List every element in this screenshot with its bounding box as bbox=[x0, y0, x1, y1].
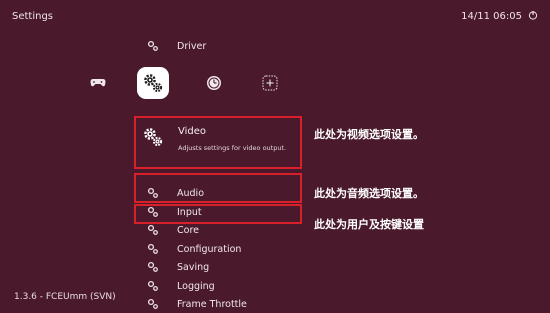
gear-icon bbox=[146, 260, 160, 274]
annotation-audio: 此处为音频选项设置。 bbox=[314, 187, 424, 200]
menu-item-label: Frame Throttle bbox=[177, 298, 247, 310]
gamepad-icon bbox=[90, 79, 106, 87]
menu-item-label: Configuration bbox=[177, 243, 242, 255]
menu-item-driver[interactable]: Driver bbox=[146, 38, 206, 54]
menu-item-configuration[interactable]: Configuration bbox=[146, 241, 241, 257]
core-version: 1.3.6 - FCEUmm (SVN) bbox=[14, 292, 116, 302]
menu-item-logging[interactable]: Logging bbox=[146, 278, 215, 294]
highlight-box-input bbox=[134, 204, 302, 224]
page-title: Settings bbox=[12, 11, 54, 22]
gear-icon bbox=[146, 223, 160, 237]
menu-item-saving[interactable]: Saving bbox=[146, 259, 209, 275]
annotation-video: 此处为视频选项设置。 bbox=[314, 128, 424, 141]
menu-item-label: Saving bbox=[177, 261, 210, 273]
power-icon[interactable] bbox=[528, 10, 538, 20]
menu-item-core[interactable]: Core bbox=[146, 222, 199, 238]
menu-item-label: Logging bbox=[177, 280, 215, 292]
highlight-box-audio bbox=[134, 173, 302, 203]
menu-item-label: Core bbox=[177, 224, 199, 236]
plus-icon bbox=[262, 75, 278, 91]
gear-icon bbox=[146, 297, 160, 311]
clock: 14/11 06:05 bbox=[461, 11, 522, 22]
tab-gamepad[interactable] bbox=[84, 69, 112, 97]
annotation-input: 此处为用户及按键设置 bbox=[314, 218, 424, 231]
history-icon bbox=[207, 76, 221, 90]
menu-item-label: Driver bbox=[177, 40, 207, 52]
tab-history[interactable] bbox=[200, 69, 228, 97]
highlight-box-video bbox=[134, 116, 302, 169]
gear-icon bbox=[144, 74, 163, 93]
gear-icon bbox=[146, 279, 160, 293]
gear-icon bbox=[146, 242, 160, 256]
tab-add[interactable] bbox=[256, 69, 284, 97]
menu-item-frame-throttle[interactable]: Frame Throttle bbox=[146, 296, 247, 312]
gear-icon bbox=[146, 39, 160, 53]
tab-settings[interactable] bbox=[137, 67, 169, 99]
